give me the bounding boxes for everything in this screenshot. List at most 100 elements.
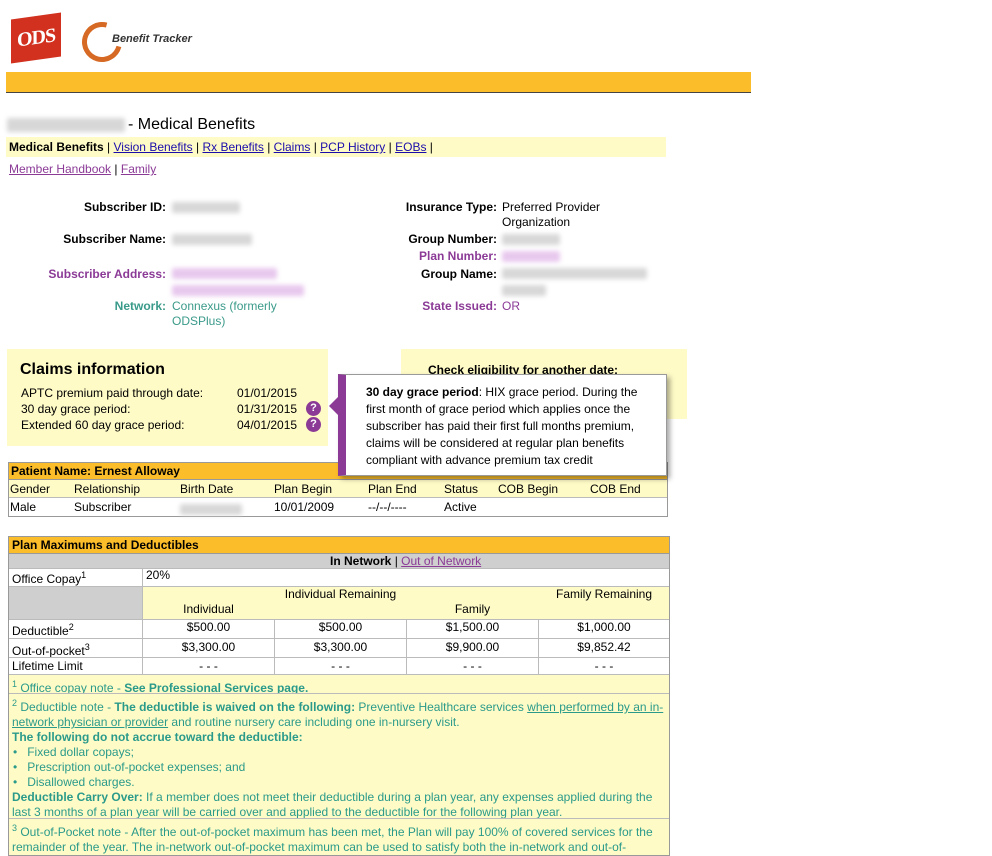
plan-number-label: Plan Number: (418, 249, 497, 263)
claims-row-label: 30 day grace period: (21, 402, 131, 416)
nav-separator: | (388, 140, 392, 154)
cell-relationship: Subscriber (74, 500, 132, 514)
claims-row-date: 01/01/2015 (237, 386, 298, 400)
lifetime-individual-remaining: - - - (331, 659, 350, 673)
list-item-text: Disallowed charges. (27, 775, 135, 789)
table-row: Male Subscriber 10/01/2009 --/--/---- Ac… (9, 498, 667, 516)
col-family: Family (454, 602, 491, 616)
nav-claims[interactable]: Claims (274, 140, 311, 154)
benefit-tracker-logo-text: Benefit Tracker (112, 33, 192, 45)
claims-row-label: APTC premium paid through date: (21, 386, 204, 400)
plan-maximums-table: Plan Maximums and Deductibles In Network… (8, 536, 670, 856)
cell-gender: Male (10, 500, 37, 514)
nav-rx-benefits[interactable]: Rx Benefits (203, 140, 264, 154)
nav-medical-benefits[interactable]: Medical Benefits (9, 140, 104, 154)
state-issued-value: OR (502, 299, 520, 313)
office-copay-label: Office Copay1 (12, 570, 87, 586)
col-cob-end: COB End (590, 482, 641, 496)
oop-family-remaining: $9,852.42 (577, 640, 631, 654)
deductible-label-text: Deductible (12, 624, 69, 638)
note-text: Deductible note - (17, 700, 115, 714)
note-bold: The deductible is waived on the followin… (114, 700, 356, 714)
cell-plan-end: --/--/---- (368, 500, 407, 514)
out-of-pocket-label: Out-of-pocket3 (12, 642, 90, 658)
lifetime-family: - - - (463, 659, 482, 673)
help-icon[interactable]: ? (306, 417, 321, 432)
network-row: In Network | Out of Network (9, 554, 669, 568)
subscriber-id-value (172, 200, 302, 215)
cell-plan-begin: 10/01/2009 (274, 500, 335, 514)
insurance-type-value: Preferred Provider Organization (502, 200, 601, 229)
page-title: - Medical Benefits (7, 116, 255, 134)
group-name-label: Group Name: (420, 267, 497, 281)
lifetime-individual: - - - (199, 659, 218, 673)
col-cob-begin: COB Begin (498, 482, 559, 496)
nav-family[interactable]: Family (121, 162, 156, 176)
nav-eobs[interactable]: EOBs (395, 140, 426, 154)
out-of-network-link[interactable]: Out of Network (401, 554, 481, 568)
col-birth-date: Birth Date (180, 482, 234, 496)
nav-separator: | (429, 140, 433, 154)
claims-row-60-day: Extended 60 day grace period: 04/01/2015… (21, 417, 321, 434)
oop-family: $9,900.00 (445, 640, 500, 654)
deductible-family: $1,500.00 (445, 620, 500, 634)
col-gender: Gender (10, 482, 51, 496)
tooltip-arrow (329, 397, 338, 415)
ods-logo: ODS (11, 12, 61, 64)
subscriber-name-label: Subscriber Name: (63, 232, 166, 246)
subscriber-name-value (172, 232, 302, 247)
secondary-nav: Member Handbook | Family (9, 162, 156, 176)
col-individual: Individual (183, 602, 234, 616)
help-icon[interactable]: ? (306, 401, 321, 416)
network-separator: | (394, 554, 398, 568)
oop-individual: $3,300.00 (181, 640, 236, 654)
in-network-label: In Network (330, 554, 392, 568)
subscriber-address-label: Subscriber Address: (48, 267, 166, 281)
lifetime-family-remaining: - - - (594, 659, 614, 673)
list-item-text: Prescription out-of-pocket expenses; and (27, 760, 246, 774)
nav-separator: | (267, 140, 271, 154)
grace-period-tooltip: 30 day grace period: HIX grace period. D… (329, 374, 667, 476)
group-number-label: Group Number: (408, 232, 497, 246)
list-item-text: Fixed dollar copays; (27, 745, 134, 759)
note-text: Preventive Healthcare services (355, 700, 528, 714)
oop-individual-remaining: $3,300.00 (313, 640, 368, 654)
note-bold: The following do not accrue toward the d… (12, 730, 303, 744)
claims-row-date: 04/01/2015 (237, 418, 298, 432)
subscriber-id-label: Subscriber ID: (83, 200, 166, 214)
nav-separator: | (114, 162, 118, 176)
list-item: • Prescription out-of-pocket expenses; a… (13, 760, 246, 774)
network-switch: In Network | Out of Network (330, 554, 481, 568)
patient-columns: Gender Relationship Birth Date Plan Begi… (9, 480, 667, 498)
deductible-note-ref: 2 (68, 622, 74, 632)
network-value: Connexus (formerly ODSPlus) (172, 299, 277, 328)
claims-title: Claims information (20, 361, 165, 378)
list-item: • Disallowed charges. (13, 775, 135, 789)
nav-separator: | (196, 140, 200, 154)
note-text: Out-of-Pocket note - After the out-of-po… (12, 825, 653, 854)
group-name-value (502, 266, 647, 297)
claims-information-panel: Claims information APTC premium paid thr… (7, 349, 328, 446)
deductible-label: Deductible2 (12, 622, 74, 638)
insurance-type-label: Insurance Type: (405, 200, 497, 214)
deductible-individual-remaining: $500.00 (318, 620, 363, 634)
col-family-remaining: Family Remaining (555, 587, 653, 601)
group-number-value (502, 232, 632, 247)
cell-status: Active (444, 500, 477, 514)
nav-member-handbook[interactable]: Member Handbook (9, 162, 111, 176)
claims-row-label: Extended 60 day grace period: (21, 418, 185, 432)
deductible-note: 2 Deductible note - The deductible is wa… (9, 694, 669, 819)
benefit-tracker-logo: Benefit Tracker (74, 14, 212, 70)
tooltip-term: 30 day grace period (366, 385, 479, 399)
redacted-member-name (7, 117, 125, 132)
col-plan-begin: Plan Begin (274, 482, 333, 496)
nav-pcp-history[interactable]: PCP History (320, 140, 385, 154)
plan-maximums-title: Plan Maximums and Deductibles (9, 537, 669, 554)
col-status: Status (444, 482, 479, 496)
page-title-text: - Medical Benefits (128, 116, 256, 133)
nav-vision-benefits[interactable]: Vision Benefits (114, 140, 193, 154)
out-of-pocket-note: 3 Out-of-Pocket note - After the out-of-… (9, 819, 669, 855)
nav-separator: | (313, 140, 317, 154)
col-individual-remaining: Individual Remaining (284, 587, 397, 601)
lifetime-limit-label: Lifetime Limit (12, 659, 83, 673)
